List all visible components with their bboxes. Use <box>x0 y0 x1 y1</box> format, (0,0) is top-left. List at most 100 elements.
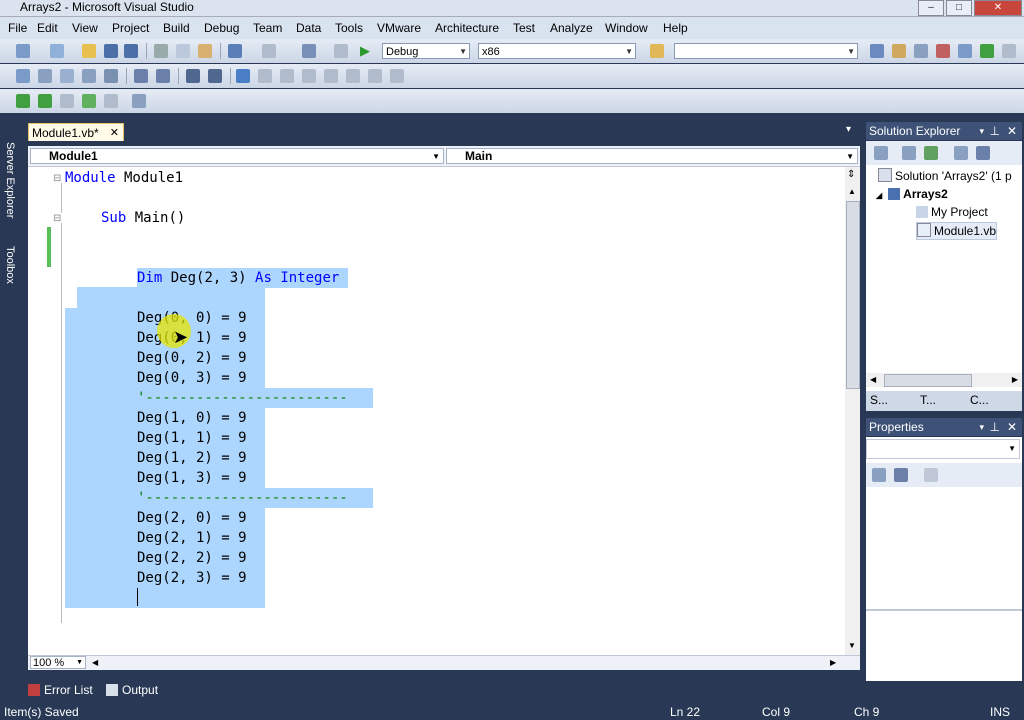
open-icon[interactable] <box>82 44 96 58</box>
scroll-right-icon[interactable]: ▶ <box>830 656 836 669</box>
stop-icon[interactable] <box>104 94 118 108</box>
find-combo[interactable]: ▼ <box>674 43 858 59</box>
bookmark-icon[interactable] <box>236 69 250 83</box>
menu-view[interactable]: View <box>72 20 98 36</box>
minimize-button[interactable]: – <box>918 0 944 16</box>
start-page-icon[interactable] <box>958 44 972 58</box>
add-item-icon[interactable] <box>50 44 64 58</box>
scroll-thumb[interactable] <box>846 201 860 389</box>
indent-icon[interactable] <box>156 69 170 83</box>
menu-tools[interactable]: Tools <box>335 20 363 36</box>
prev-bookmark-doc-icon[interactable] <box>346 69 360 83</box>
next-bookmark-doc-icon[interactable] <box>368 69 382 83</box>
platform-select[interactable]: x86 ▼ <box>478 43 636 59</box>
panel-menu-icon[interactable]: ▾ <box>979 122 984 140</box>
output-tab[interactable]: Output <box>106 682 166 698</box>
vertical-scrollbar[interactable]: ⇕ ▲ ▼ <box>845 167 860 655</box>
breakpoints-icon[interactable] <box>132 94 146 108</box>
parameter-info-icon[interactable] <box>38 69 52 83</box>
scroll-left-icon[interactable]: ◀ <box>92 656 98 669</box>
menu-help[interactable]: Help <box>663 20 688 36</box>
scroll-up-icon[interactable]: ▲ <box>848 187 856 196</box>
menu-project[interactable]: Project <box>112 20 149 36</box>
undo-icon[interactable] <box>228 44 242 58</box>
collapse-icon[interactable]: ◢ <box>876 191 882 200</box>
toolbox-icon[interactable] <box>936 44 950 58</box>
categorized-icon[interactable] <box>872 468 886 482</box>
save-all-icon[interactable] <box>124 44 138 58</box>
toolbox-tab[interactable]: Toolbox <box>2 246 18 284</box>
next-bookmark-icon[interactable] <box>280 69 294 83</box>
tab-solution-explorer[interactable]: S... <box>870 393 888 407</box>
menu-vmware[interactable]: VMware <box>377 20 421 36</box>
object-select[interactable]: ▼ <box>866 439 1020 459</box>
close-icon[interactable]: ✕ <box>1007 418 1017 436</box>
uncomment-icon[interactable] <box>208 69 222 83</box>
maximize-button[interactable]: □ <box>946 0 972 16</box>
panel-menu-icon[interactable]: ▾ <box>979 418 984 436</box>
navigate-icon[interactable] <box>302 44 316 58</box>
menu-architecture[interactable]: Architecture <box>435 20 499 36</box>
configuration-select[interactable]: Debug ▼ <box>382 43 470 59</box>
scroll-down-icon[interactable]: ▼ <box>848 641 856 650</box>
paste-icon[interactable] <box>198 44 212 58</box>
navigate-forward-icon[interactable] <box>334 44 348 58</box>
copy-icon[interactable] <box>176 44 190 58</box>
member-list-icon[interactable] <box>16 69 30 83</box>
close-icon[interactable]: ✕ <box>110 124 119 142</box>
code-editor[interactable]: ⊟ ⊟ Module Module1 Sub Main() Dim Deg(2,… <box>28 167 860 655</box>
menu-build[interactable]: Build <box>163 20 190 36</box>
comment-icon[interactable] <box>186 69 200 83</box>
show-all-files-icon[interactable] <box>902 146 916 160</box>
clear-bookmarks-icon[interactable] <box>390 69 404 83</box>
solution-hscrollbar[interactable]: ◀ ▶ <box>866 373 1022 387</box>
project-node[interactable]: ◢ Arrays2 <box>876 186 948 204</box>
object-browser-icon[interactable] <box>914 44 928 58</box>
module1-node[interactable]: Module1.vb <box>916 222 998 240</box>
close-button[interactable]: ✕ <box>974 0 1022 16</box>
scroll-thumb[interactable] <box>884 374 972 387</box>
menu-window[interactable]: Window <box>605 20 648 36</box>
step-icon[interactable] <box>16 94 30 108</box>
document-tab[interactable]: Module1.vb* ✕ <box>28 123 124 141</box>
menu-debug[interactable]: Debug <box>204 20 239 36</box>
prev-bookmark-folder-icon[interactable] <box>302 69 316 83</box>
scroll-left-icon[interactable]: ◀ <box>870 373 876 387</box>
start-debug-icon[interactable]: ▶ <box>360 44 374 58</box>
display-word-icon[interactable] <box>104 69 118 83</box>
type-dropdown[interactable]: Module1 ▼ <box>30 148 444 164</box>
toolbar-options-icon[interactable] <box>1002 44 1016 58</box>
tab-overflow-icon[interactable]: ▾ <box>846 124 851 135</box>
redo-icon[interactable] <box>262 44 276 58</box>
menu-data[interactable]: Data <box>296 20 321 36</box>
class-diagram-icon[interactable] <box>976 146 990 160</box>
server-explorer-tab[interactable]: Server Explorer <box>2 142 18 218</box>
property-pages-icon[interactable] <box>924 468 938 482</box>
solution-explorer-icon[interactable] <box>870 44 884 58</box>
solution-node[interactable]: Solution 'Arrays2' (1 p <box>878 168 1012 184</box>
menu-team[interactable]: Team <box>253 20 282 36</box>
menu-analyze[interactable]: Analyze <box>550 20 593 36</box>
tab-team-explorer[interactable]: T... <box>920 393 936 407</box>
pin-icon[interactable]: ⊥ <box>990 418 1000 436</box>
save-icon[interactable] <box>104 44 118 58</box>
pause-icon[interactable] <box>60 94 74 108</box>
run-icon[interactable] <box>38 94 52 108</box>
next-bookmark-folder-icon[interactable] <box>324 69 338 83</box>
error-list-tab[interactable]: Error List <box>28 682 98 698</box>
view-code-icon[interactable] <box>954 146 968 160</box>
pin-icon[interactable]: ⊥ <box>990 122 1000 140</box>
scroll-right-icon[interactable]: ▶ <box>1012 373 1018 387</box>
new-project-icon[interactable] <box>16 44 30 58</box>
tab-class-view[interactable]: C... <box>970 393 989 407</box>
alphabetical-icon[interactable] <box>894 468 908 482</box>
find-in-files-icon[interactable] <box>650 44 664 58</box>
complete-word-icon[interactable] <box>82 69 96 83</box>
refresh-icon[interactable] <box>924 146 938 160</box>
close-icon[interactable]: ✕ <box>1007 122 1017 140</box>
properties-window-icon[interactable] <box>892 44 906 58</box>
properties-icon[interactable] <box>874 146 888 160</box>
my-project-node[interactable]: My Project <box>916 204 988 220</box>
zoom-select[interactable]: 100 % ▼ <box>30 656 86 669</box>
menu-edit[interactable]: Edit <box>37 20 58 36</box>
